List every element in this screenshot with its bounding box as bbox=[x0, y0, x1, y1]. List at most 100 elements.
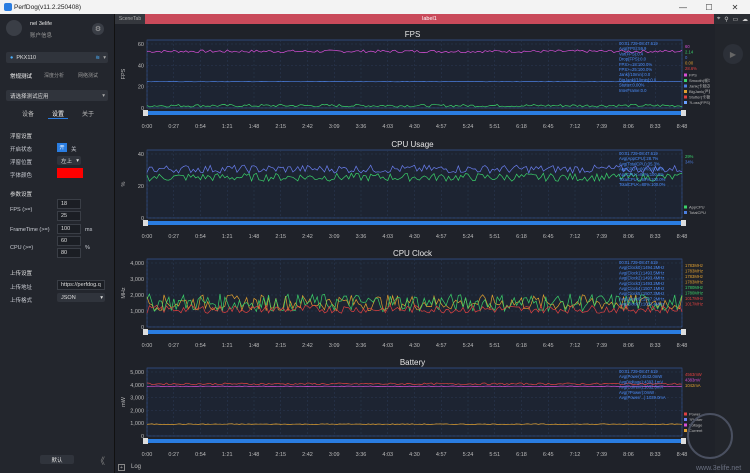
legend-swatch bbox=[684, 79, 687, 82]
avatar[interactable] bbox=[6, 20, 22, 36]
tab-label1[interactable]: label1 bbox=[145, 14, 714, 24]
scroll-handle-right bbox=[681, 110, 686, 116]
user-name: nel 3elife bbox=[30, 21, 53, 27]
upload-format-select[interactable]: JSON ▾ bbox=[57, 293, 105, 302]
upload-section-title: 上传设置 bbox=[10, 271, 33, 277]
x-tick-label: 2:42 bbox=[302, 452, 313, 458]
x-tick-label: 0:00 bbox=[142, 343, 153, 349]
current-value-label: 34% bbox=[685, 160, 694, 165]
summary-line: TotalCPU<=80%:100.0% bbox=[619, 182, 666, 187]
x-tick-label: 3:36 bbox=[356, 343, 367, 349]
x-tick-label: 1:21 bbox=[222, 343, 233, 349]
legend-label: Smooth(帧均衡) bbox=[689, 77, 710, 83]
current-value-label: 1783MHz bbox=[685, 274, 703, 279]
x-tick-label: 5:51 bbox=[489, 452, 500, 458]
current-value-label: 60 bbox=[685, 44, 690, 49]
pin-icon[interactable]: ⚲ bbox=[724, 16, 728, 23]
scroll-handle-right bbox=[681, 220, 686, 226]
current-value-label: 4563mW bbox=[685, 372, 702, 377]
legend-label: FPS bbox=[689, 73, 697, 78]
x-tick-label: 8:06 bbox=[623, 452, 634, 458]
y-axis-label: FPS bbox=[121, 68, 127, 79]
summary-line: Avg(Clock7):1083.4MHz bbox=[619, 302, 664, 307]
fps-threshold-input-2[interactable]: 25 bbox=[57, 211, 81, 221]
cpu-threshold-input-2[interactable]: 80 bbox=[57, 248, 81, 258]
frametime-input[interactable]: 100 bbox=[57, 224, 81, 234]
subtab-settings[interactable]: 设置 bbox=[52, 109, 64, 118]
minimize-button[interactable]: — bbox=[670, 0, 696, 14]
legend-label: AppCPU bbox=[689, 205, 705, 210]
location-icon[interactable]: ⌖ bbox=[717, 16, 720, 23]
device-icon: ● bbox=[10, 54, 14, 61]
float-section-title: 浮窗设置 bbox=[10, 134, 33, 140]
title-bar: PerfDog(v11.2.250408) — ☐ ✕ bbox=[0, 0, 750, 14]
params-section-title: 参数设置 bbox=[10, 192, 33, 198]
default-button[interactable]: 默认 bbox=[40, 455, 74, 464]
y-tick-label: 40 bbox=[138, 63, 144, 69]
app-select[interactable]: 请选择测试应用 ▾ bbox=[6, 90, 108, 101]
x-tick-label: 7:12 bbox=[570, 452, 581, 458]
x-tick-label: 0:54 bbox=[195, 124, 206, 130]
x-tick-label: 7:12 bbox=[570, 234, 581, 240]
x-tick-label: 4:30 bbox=[409, 234, 420, 240]
app-select-placeholder: 请选择测试应用 bbox=[10, 93, 49, 100]
user-info-link[interactable]: 账户信息 bbox=[30, 31, 52, 39]
x-tick-label: 5:24 bbox=[463, 124, 474, 130]
chevron-down-icon: ▾ bbox=[102, 92, 105, 99]
y-axis-label: mW bbox=[121, 396, 127, 407]
x-tick-label: 6:18 bbox=[516, 124, 527, 130]
float-on-toggle[interactable]: 开 bbox=[57, 143, 67, 152]
current-value-label: 1042mA bbox=[685, 383, 701, 388]
scroll-handle-left bbox=[143, 329, 148, 335]
tab-deep-analysis[interactable]: 深度分析 bbox=[44, 72, 64, 79]
x-tick-label: 4:03 bbox=[382, 452, 393, 458]
float-off-toggle[interactable]: 关 bbox=[71, 145, 77, 153]
float-color-swatch[interactable] bbox=[57, 168, 83, 178]
x-tick-label: 5:24 bbox=[463, 343, 474, 349]
collapse-sidebar-icon[interactable]: 《 bbox=[96, 454, 105, 467]
cloud-icon[interactable]: ☁ bbox=[742, 16, 748, 23]
x-tick-label: 3:36 bbox=[356, 124, 367, 130]
maximize-button[interactable]: ☐ bbox=[696, 0, 722, 14]
x-tick-label: 8:33 bbox=[650, 343, 661, 349]
x-tick-label: 4:57 bbox=[436, 124, 447, 130]
fps-threshold-input-1[interactable]: 18 bbox=[57, 199, 81, 209]
x-tick-label: 7:39 bbox=[596, 234, 607, 240]
x-tick-label: 3:36 bbox=[356, 234, 367, 240]
legend-swatch bbox=[684, 84, 687, 88]
cpu-threshold-input-1[interactable]: 60 bbox=[57, 236, 81, 246]
tab-scene[interactable]: SceneTab bbox=[115, 14, 145, 24]
x-tick-label: 0:27 bbox=[168, 124, 179, 130]
x-tick-label: 6:45 bbox=[543, 343, 554, 349]
settings-gear-icon[interactable]: ⚙ bbox=[92, 23, 104, 35]
subtab-about[interactable]: 关于 bbox=[82, 109, 94, 118]
x-tick-label: 0:27 bbox=[168, 452, 179, 458]
play-icon[interactable]: ▶ bbox=[723, 44, 743, 64]
x-tick-label: 2:15 bbox=[275, 234, 286, 240]
app-logo-icon bbox=[4, 3, 12, 11]
legend-label: Stutter(卡顿率) bbox=[689, 94, 710, 100]
x-tick-label: 1:48 bbox=[249, 452, 260, 458]
x-tick-label: 3:36 bbox=[356, 452, 367, 458]
chevron-down-icon: ▾ bbox=[76, 157, 79, 164]
tab-network-test[interactable]: 网络测试 bbox=[78, 72, 98, 79]
current-value-label: 1017MHz bbox=[685, 302, 703, 307]
x-tick-label: 6:45 bbox=[543, 452, 554, 458]
watermark: www.3elife.net bbox=[687, 413, 741, 472]
close-button[interactable]: ✕ bbox=[722, 0, 748, 14]
log-label[interactable]: Log bbox=[131, 464, 141, 470]
subtab-device[interactable]: 设备 bbox=[22, 109, 34, 118]
x-tick-label: 2:42 bbox=[302, 124, 313, 130]
y-tick-label: 3,000 bbox=[130, 396, 144, 402]
float-state-label: 开启状态 bbox=[10, 147, 33, 153]
current-value-label: 0 bbox=[685, 55, 688, 60]
chart-title: FPS bbox=[405, 30, 421, 39]
float-pos-select[interactable]: 左上 ▾ bbox=[57, 156, 81, 165]
upload-addr-input[interactable]: https://perfdog.q bbox=[57, 280, 105, 290]
current-value-label: 4383mV bbox=[685, 378, 701, 383]
expand-log-icon[interactable]: + bbox=[118, 464, 125, 471]
wifi-icon: ≋ bbox=[95, 54, 100, 61]
tab-normal-test[interactable]: 常规测试 bbox=[10, 72, 32, 80]
folder-icon[interactable]: ▭ bbox=[732, 16, 738, 23]
device-selector[interactable]: ● PKX110 ≋ ▾ bbox=[6, 52, 108, 63]
